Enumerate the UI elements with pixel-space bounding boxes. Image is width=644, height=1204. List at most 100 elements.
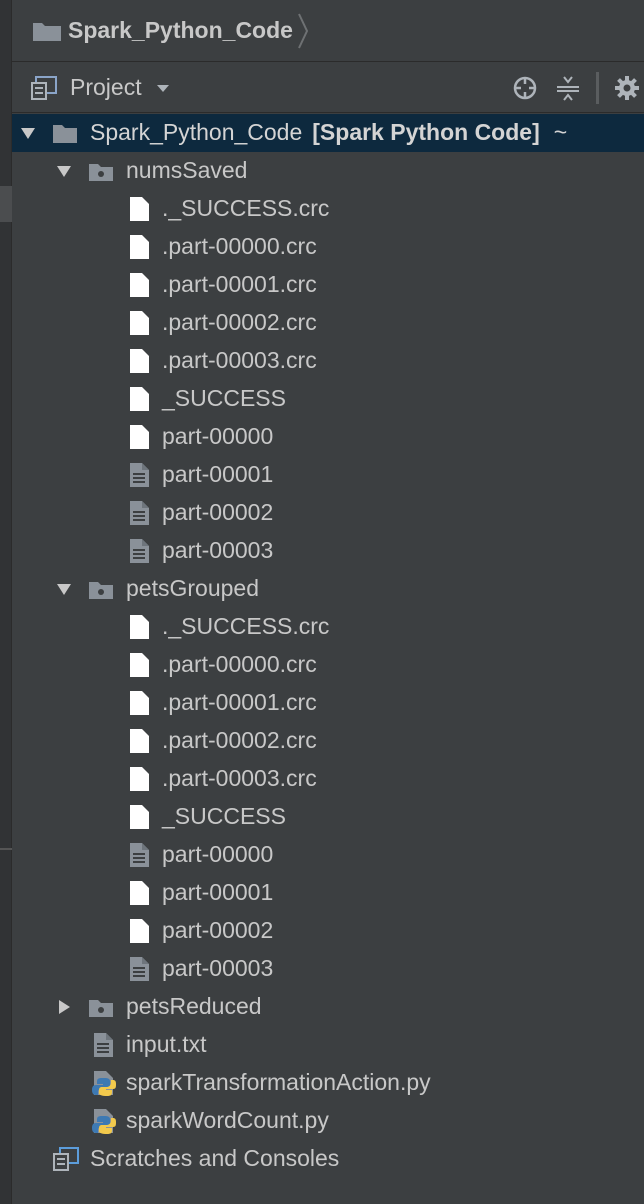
excluded-folder-icon bbox=[88, 994, 114, 1020]
folder-icon bbox=[52, 120, 78, 146]
tree-root-row[interactable]: Spark_Python_Code [Spark Python Code] ~ bbox=[12, 114, 644, 152]
file-icon bbox=[126, 272, 152, 298]
text-file-icon bbox=[126, 956, 152, 982]
tool-strip-divider bbox=[0, 848, 12, 850]
file-icon bbox=[126, 918, 152, 944]
file-name: .part-00001.crc bbox=[162, 271, 317, 297]
scratches-label: Scratches and Consoles bbox=[90, 1145, 340, 1171]
tree-file-row[interactable]: sparkWordCount.py bbox=[12, 1102, 644, 1140]
file-name: .part-00000.crc bbox=[162, 651, 317, 677]
navigation-bar: Spark_Python_Code bbox=[12, 0, 644, 62]
tree-file-row[interactable]: .part-00002.crc bbox=[12, 304, 644, 342]
file-icon bbox=[126, 424, 152, 450]
file-name: _SUCCESS bbox=[162, 385, 286, 411]
tree-folder-petsGrouped[interactable]: petsGrouped bbox=[12, 570, 644, 608]
expanded-arrow-icon[interactable] bbox=[56, 581, 72, 597]
crosshair-icon bbox=[513, 76, 537, 100]
tree-file-row[interactable]: part-00002 bbox=[12, 912, 644, 950]
text-file-icon bbox=[126, 842, 152, 868]
file-icon bbox=[126, 386, 152, 412]
tree-file-row[interactable]: .part-00002.crc bbox=[12, 722, 644, 760]
folder-name: numsSaved bbox=[126, 157, 248, 183]
tree-file-row[interactable]: part-00001 bbox=[12, 456, 644, 494]
text-file-icon bbox=[126, 538, 152, 564]
tree-file-row[interactable]: part-00003 bbox=[12, 950, 644, 988]
root-path-suffix: ~ bbox=[553, 119, 568, 145]
tree-file-row[interactable]: part-00000 bbox=[12, 836, 644, 874]
file-name: ._SUCCESS.crc bbox=[162, 195, 330, 221]
file-name: sparkTransformationAction.py bbox=[126, 1069, 431, 1095]
file-icon bbox=[126, 652, 152, 678]
file-icon bbox=[126, 690, 152, 716]
file-icon bbox=[126, 196, 152, 222]
scratches-icon bbox=[52, 1146, 80, 1172]
project-tree: Spark_Python_Code [Spark Python Code] ~ nu… bbox=[12, 114, 644, 1204]
tree-scratches-row[interactable]: Scratches and Consoles bbox=[12, 1140, 644, 1178]
file-name: .part-00002.crc bbox=[162, 309, 317, 335]
file-name: part-00001 bbox=[162, 879, 274, 905]
file-icon bbox=[126, 348, 152, 374]
breadcrumb-project-name[interactable]: Spark_Python_Code bbox=[68, 17, 293, 44]
text-file-icon bbox=[90, 1032, 116, 1058]
file-name: .part-00001.crc bbox=[162, 689, 317, 715]
tree-file-row[interactable]: sparkTransformationAction.py bbox=[12, 1064, 644, 1102]
tree-file-row[interactable]: .part-00003.crc bbox=[12, 760, 644, 798]
tree-file-row[interactable]: _SUCCESS bbox=[12, 798, 644, 836]
tree-file-row[interactable]: .part-00000.crc bbox=[12, 228, 644, 266]
file-name: .part-00000.crc bbox=[162, 233, 317, 259]
tree-file-row[interactable]: part-00000 bbox=[12, 418, 644, 456]
left-tool-strip bbox=[0, 0, 12, 1204]
folder-icon bbox=[33, 22, 61, 41]
file-name: part-00002 bbox=[162, 499, 274, 525]
tree-file-row[interactable]: .part-00000.crc bbox=[12, 646, 644, 684]
text-file-icon bbox=[126, 462, 152, 488]
file-icon bbox=[126, 880, 152, 906]
excluded-folder-icon bbox=[88, 576, 114, 602]
file-name: input.txt bbox=[126, 1031, 207, 1057]
tree-file-row[interactable]: input.txt bbox=[12, 1026, 644, 1064]
file-name: ._SUCCESS.crc bbox=[162, 613, 330, 639]
python-file-icon bbox=[90, 1108, 116, 1134]
tool-strip-marker bbox=[0, 186, 12, 222]
file-name: .part-00003.crc bbox=[162, 765, 317, 791]
file-icon bbox=[126, 728, 152, 754]
tree-file-row[interactable]: ._SUCCESS.crc bbox=[12, 190, 644, 228]
tree-file-row[interactable]: .part-00001.crc bbox=[12, 266, 644, 304]
file-icon bbox=[126, 804, 152, 830]
collapsed-arrow-icon[interactable] bbox=[56, 999, 72, 1015]
root-folder-name: Spark_Python_Code bbox=[90, 119, 303, 145]
file-name: part-00002 bbox=[162, 917, 274, 943]
project-toolbar: Project bbox=[12, 63, 644, 113]
settings-button[interactable] bbox=[612, 73, 642, 103]
file-icon bbox=[126, 614, 152, 640]
tree-file-row[interactable]: .part-00003.crc bbox=[12, 342, 644, 380]
folder-name: petsReduced bbox=[126, 993, 262, 1019]
locate-file-button[interactable] bbox=[510, 73, 540, 103]
file-name: sparkWordCount.py bbox=[126, 1107, 329, 1133]
tree-file-row[interactable]: ._SUCCESS.crc bbox=[12, 608, 644, 646]
folder-name: petsGrouped bbox=[126, 575, 259, 601]
tree-folder-numsSaved[interactable]: numsSaved bbox=[12, 152, 644, 190]
python-file-icon bbox=[90, 1070, 116, 1096]
text-file-icon bbox=[126, 500, 152, 526]
expanded-arrow-icon[interactable] bbox=[20, 125, 36, 141]
tree-file-row[interactable]: .part-00001.crc bbox=[12, 684, 644, 722]
collapse-all-icon bbox=[557, 76, 579, 101]
tree-file-row[interactable]: _SUCCESS bbox=[12, 380, 644, 418]
toolbar-separator bbox=[596, 72, 599, 104]
project-view-icon bbox=[31, 75, 57, 100]
tree-file-row[interactable]: part-00003 bbox=[12, 532, 644, 570]
project-view-selector[interactable]: Project bbox=[70, 74, 142, 101]
file-name: part-00000 bbox=[162, 423, 274, 449]
expanded-arrow-icon[interactable] bbox=[56, 163, 72, 179]
file-icon bbox=[126, 766, 152, 792]
breadcrumb-separator-icon bbox=[298, 13, 309, 48]
tree-file-row[interactable]: part-00001 bbox=[12, 874, 644, 912]
chevron-down-icon[interactable] bbox=[156, 83, 170, 93]
file-icon bbox=[126, 234, 152, 260]
file-name: _SUCCESS bbox=[162, 803, 286, 829]
collapse-all-button[interactable] bbox=[553, 73, 583, 103]
tree-file-row[interactable]: part-00002 bbox=[12, 494, 644, 532]
tree-folder-petsReduced[interactable]: petsReduced bbox=[12, 988, 644, 1026]
excluded-folder-icon bbox=[88, 158, 114, 184]
